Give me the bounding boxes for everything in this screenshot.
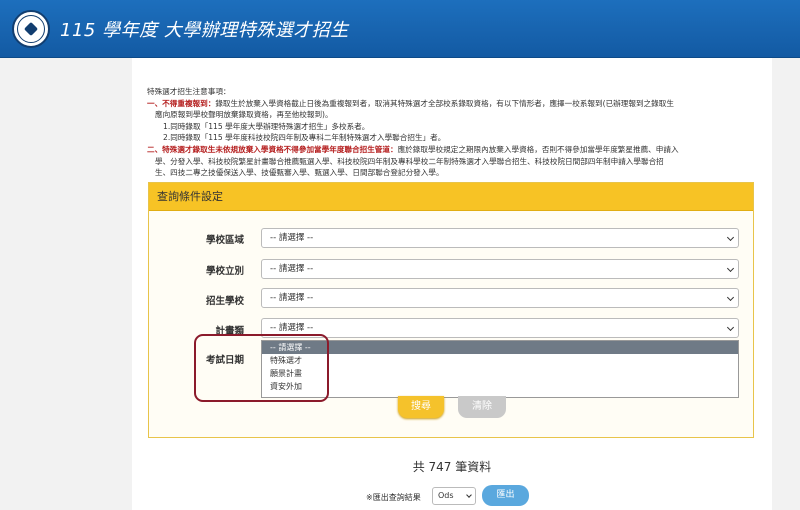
school-label: 招生學校 xyxy=(205,296,244,307)
school-value: -- 請選擇 -- xyxy=(270,293,314,303)
notice-item-1-heading: 一、不得重複報到： xyxy=(147,98,216,108)
program-type-dropdown[interactable]: -- 請選擇 -- 特殊選才 願景計畫 資安外加 xyxy=(261,340,739,398)
export-format-value: Ods xyxy=(438,491,454,500)
notice-item-1-sub1: 1.同時錄取「115 學年度大學辦理特殊選才招生」多校系者。 xyxy=(163,121,370,131)
dropdown-option[interactable]: 資安外加 xyxy=(262,380,738,393)
notice-item-2-cont2: 生、四技二專之技優保送入學、技優甄審入學、甄選入學、日間部聯合登記分發入學。 xyxy=(155,168,444,178)
school-region-value: -- 請選擇 -- xyxy=(270,233,314,243)
search-button[interactable]: 搜尋 xyxy=(398,396,444,418)
result-count: 共 747 筆資料 xyxy=(412,460,492,474)
school-type-label: 學校立別 xyxy=(205,266,244,277)
notice-title: 特殊選才招生注意事項： xyxy=(147,87,231,96)
top-header: 115 學年度 大學辦理特殊選才招生 xyxy=(0,0,800,58)
chevron-down-icon xyxy=(726,293,735,302)
notice-item-1-cont: 應向原報到學校聲明放棄錄取資格，再至他校報到)。 xyxy=(155,110,333,120)
notice-item-2-heading: 二、特殊選才錄取生未依規放棄入學資格不得參加當學年度聯合招生管道： xyxy=(147,144,398,154)
notice-item-1-sub2: 2.同時錄取「115 學年度科技校院四年制及專科二年制特殊選才入學聯合招生」者。 xyxy=(163,133,446,143)
notice-item-2: 二、特殊選才錄取生未依規放棄入學資格不得參加當學年度聯合招生管道：應於錄取學校規… xyxy=(147,144,757,156)
notice-item-2-text: 應於錄取學校規定之期限內放棄入學資格，否則不得參加當學年度繁星推薦、申請入 xyxy=(397,144,679,154)
school-region-select[interactable]: -- 請選擇 -- xyxy=(261,228,739,248)
program-type-select[interactable]: -- 請選擇 -- xyxy=(261,318,739,338)
dropdown-option[interactable]: 願景計畫 xyxy=(262,367,738,380)
notice-item-1: 一、不得重複報到：錄取生於放棄入學資格截止日後為重複報到者，取消其特殊選才全部校… xyxy=(147,98,757,110)
dropdown-option[interactable]: 特殊選才 xyxy=(262,354,738,367)
notice-item-1-text: 錄取生於放棄入學資格截止日後為重複報到者，取消其特殊選才全部校系錄取資格，有以下… xyxy=(215,98,674,108)
notice-item-2-cont1: 學、分發入學、科技校院繁星計畫聯合推薦甄選入學、科技校院四年制及專科學校二年制特… xyxy=(155,156,664,166)
program-type-value: -- 請選擇 -- xyxy=(270,323,314,333)
highlight-annotation xyxy=(194,334,329,402)
dropdown-option[interactable]: -- 請選擇 -- xyxy=(262,341,738,354)
export-button[interactable]: 匯出 xyxy=(482,485,529,506)
school-type-value: -- 請選擇 -- xyxy=(270,264,314,274)
export-format-select[interactable]: Ods xyxy=(432,487,476,505)
chevron-down-icon xyxy=(466,492,472,498)
chevron-down-icon xyxy=(726,233,735,242)
clear-button[interactable]: 清除 xyxy=(458,396,506,418)
page-title: 115 學年度 大學辦理特殊選才招生 xyxy=(60,19,349,41)
school-select[interactable]: -- 請選擇 -- xyxy=(261,288,739,308)
school-region-label: 學校區域 xyxy=(205,235,244,246)
export-label: ※匯出查詢結果 xyxy=(366,493,421,502)
chevron-down-icon xyxy=(726,264,735,273)
school-type-select[interactable]: -- 請選擇 -- xyxy=(261,259,739,279)
query-panel-title: 查詢條件設定 xyxy=(149,183,753,211)
chevron-down-icon xyxy=(726,323,735,332)
university-seal-icon xyxy=(12,9,50,48)
admission-notice: 特殊選才招生注意事項： 一、不得重複報到：錄取生於放棄入學資格截止日後為重複報到… xyxy=(147,86,757,179)
